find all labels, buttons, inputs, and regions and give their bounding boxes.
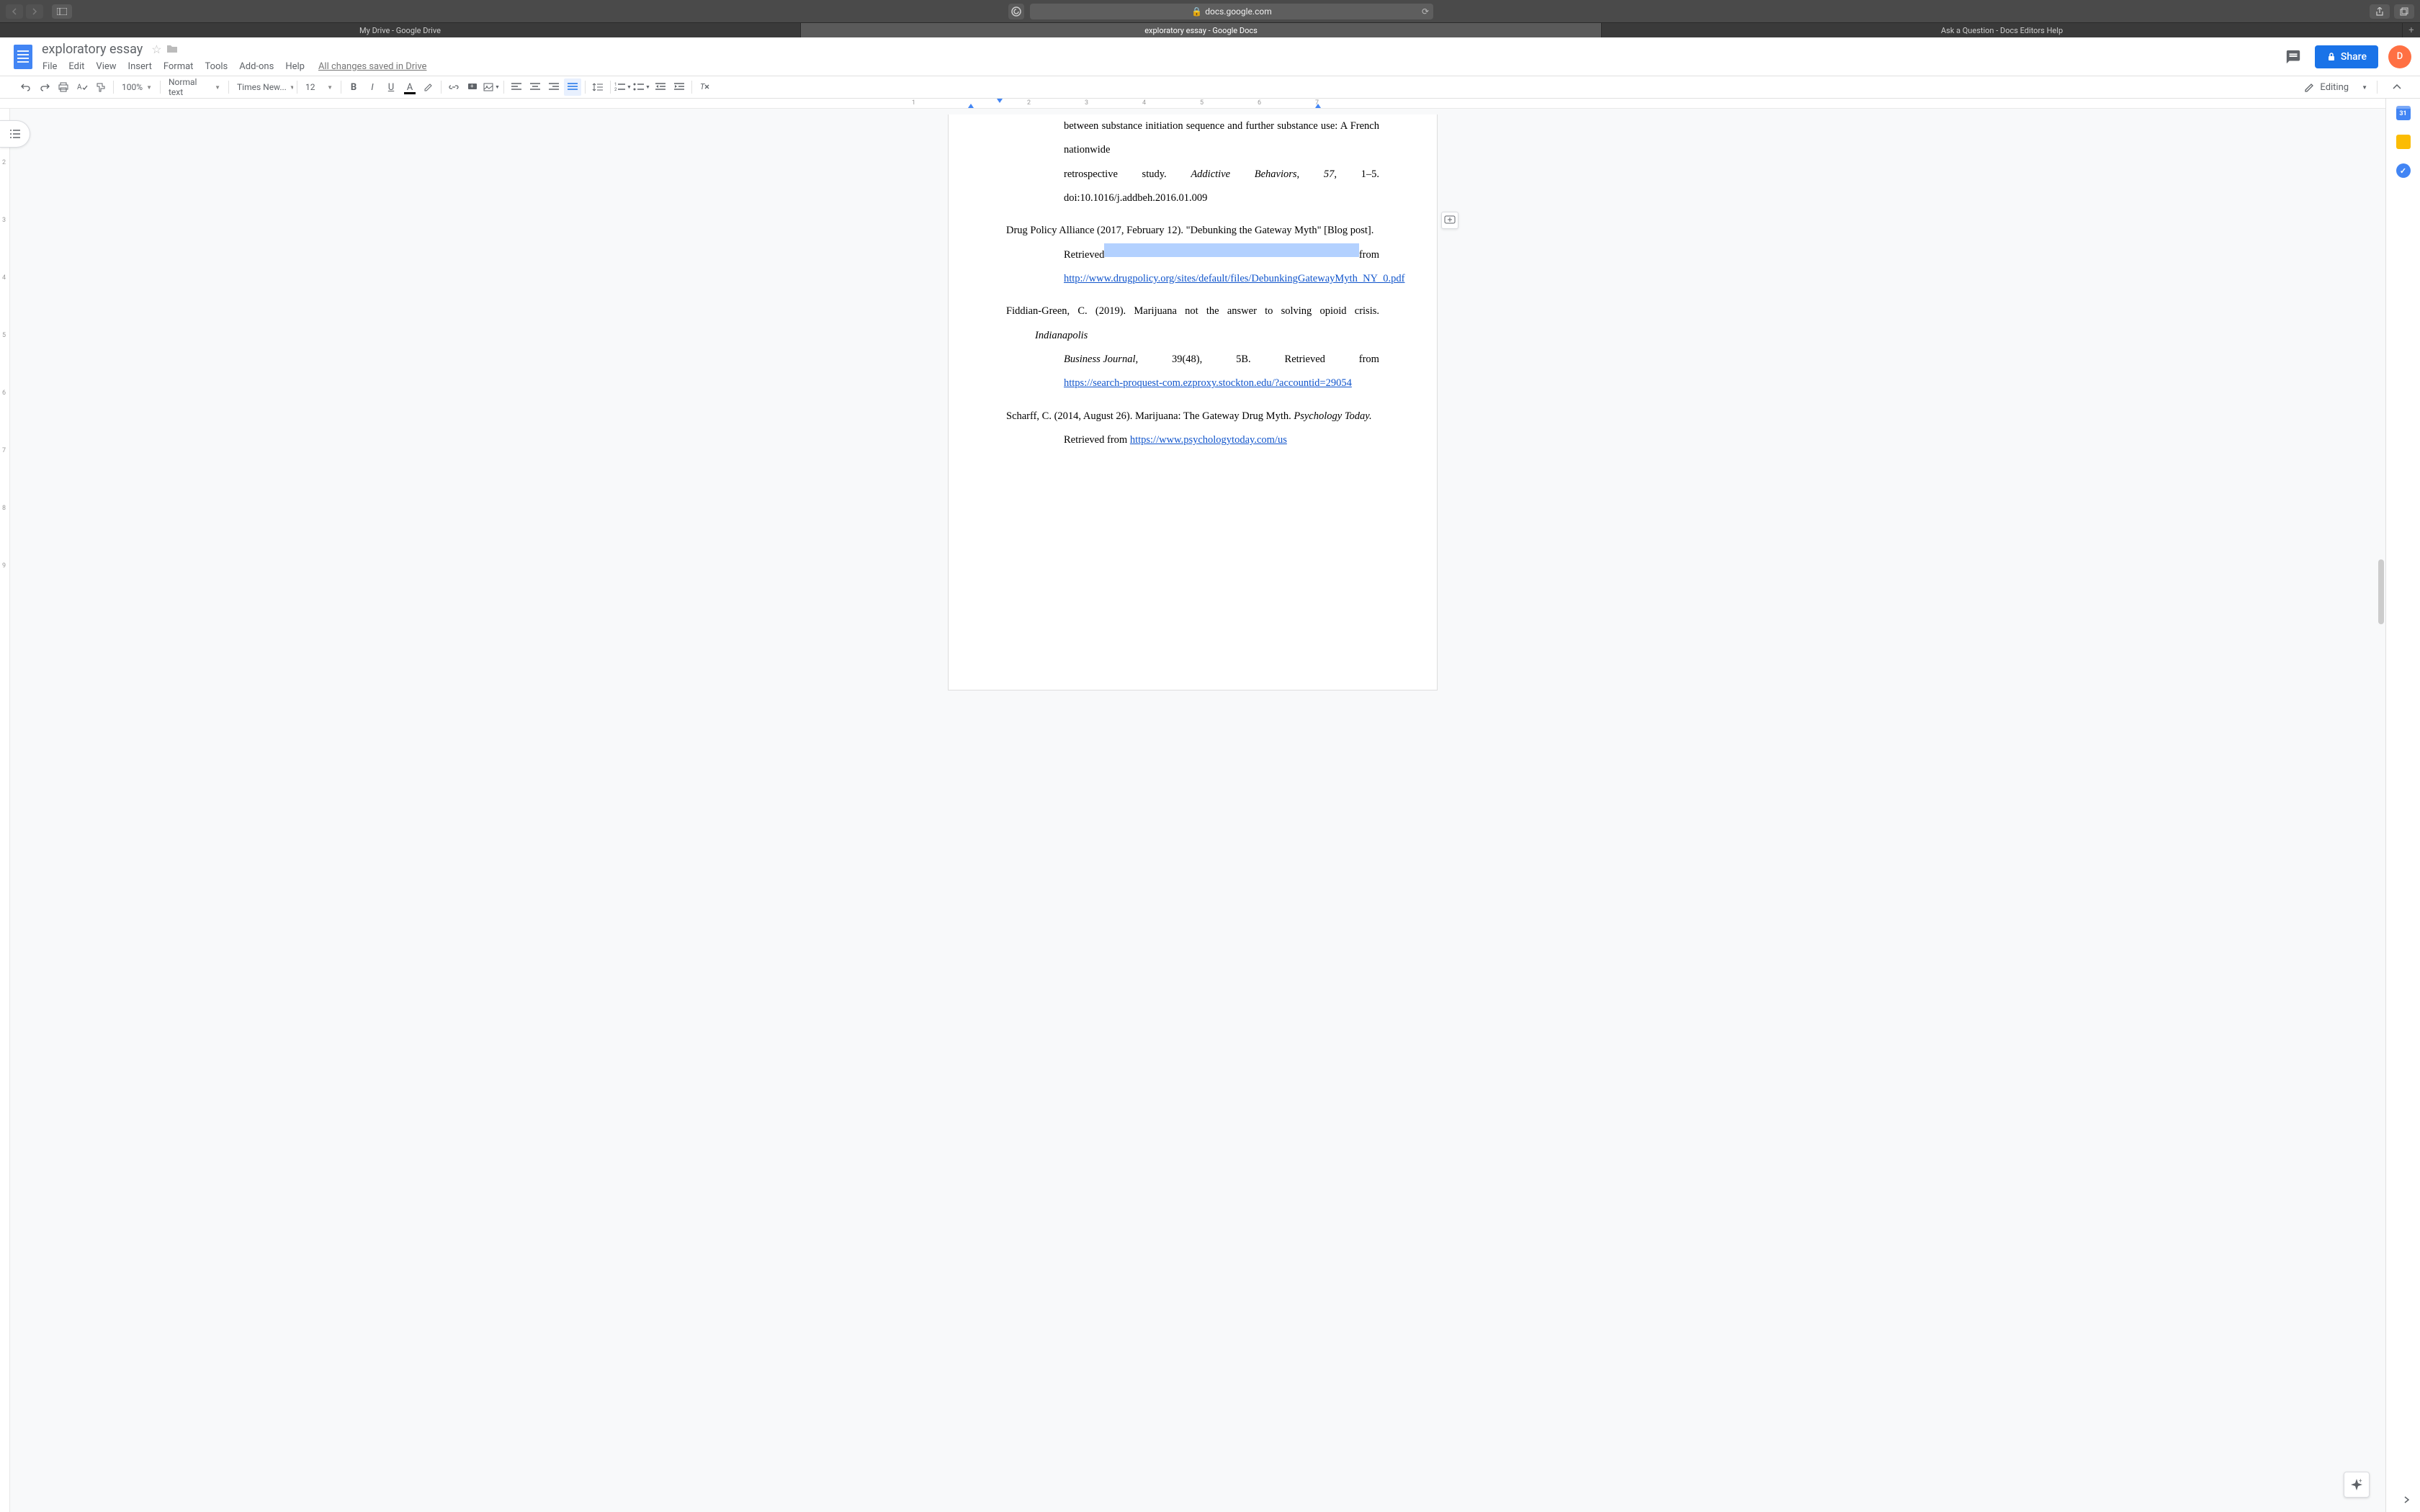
bold-button[interactable]: B [345, 78, 362, 96]
menu-edit[interactable]: Edit [63, 60, 89, 73]
tab-help[interactable]: Ask a Question - Docs Editors Help [1602, 23, 2403, 37]
insert-comment-button[interactable]: + [464, 78, 481, 96]
svg-text:+: + [470, 83, 474, 89]
text-color-button[interactable]: A [401, 78, 418, 96]
menu-addons[interactable]: Add-ons [234, 60, 279, 73]
menu-format[interactable]: Format [158, 60, 199, 73]
zoom-select[interactable]: 100%▼ [117, 78, 156, 96]
menu-file[interactable]: File [37, 60, 62, 73]
horizontal-ruler[interactable]: 1 2 3 4 5 6 7 [0, 99, 2385, 109]
align-right-button[interactable] [545, 78, 563, 96]
insert-link-button[interactable] [445, 78, 462, 96]
back-button[interactable] [6, 4, 23, 19]
svg-text:T: T [700, 82, 705, 91]
keep-addon-icon[interactable] [2396, 135, 2411, 149]
expand-side-panel-icon[interactable] [2403, 1495, 2410, 1505]
menu-view[interactable]: View [91, 60, 121, 73]
redo-button[interactable] [36, 78, 53, 96]
first-line-indent[interactable] [997, 99, 1003, 103]
star-icon[interactable]: ☆ [151, 42, 161, 56]
increase-indent-button[interactable] [671, 78, 688, 96]
tasks-addon-icon[interactable] [2396, 163, 2411, 178]
url-bar[interactable]: 🔒 docs.google.com ⟳ [1030, 4, 1433, 19]
browser-toolbar: 🔒 docs.google.com ⟳ [0, 0, 2420, 22]
svg-text:1: 1 [614, 82, 617, 87]
document-outline-button[interactable] [0, 120, 30, 148]
grammarly-extension[interactable] [1008, 4, 1024, 19]
menu-tools[interactable]: Tools [200, 60, 233, 73]
svg-text:2: 2 [614, 87, 617, 92]
url-text: docs.google.com [1205, 6, 1272, 17]
vertical-ruler[interactable]: 2 3 4 5 6 7 8 9 [0, 109, 10, 1512]
paint-format-button[interactable] [92, 78, 109, 96]
side-panel [2385, 99, 2420, 1512]
menu-help[interactable]: Help [280, 60, 310, 73]
editing-mode-button[interactable]: Editing ▼ [2298, 78, 2373, 96]
reference-entry[interactable]: Scharff, C. (2014, August 26). Marijuana… [1006, 405, 1379, 453]
docs-home-button[interactable] [9, 42, 37, 71]
tab-docs[interactable]: exploratory essay - Google Docs [801, 23, 1602, 37]
clear-formatting-button[interactable]: T [696, 78, 713, 96]
add-comment-bubble[interactable] [1441, 212, 1458, 229]
svg-text:A: A [77, 84, 82, 91]
reference-link[interactable]: https://www.psychologytoday.com/us [1130, 434, 1287, 446]
calendar-addon-icon[interactable] [2396, 106, 2411, 120]
paragraph-style-select[interactable]: Normal text▼ [164, 78, 225, 96]
share-browser-button[interactable] [2370, 4, 2390, 19]
underline-button[interactable]: U [382, 78, 400, 96]
spellcheck-button[interactable]: A [73, 78, 91, 96]
highlight-button[interactable] [420, 78, 437, 96]
align-justify-button[interactable] [564, 78, 581, 96]
reference-link[interactable]: https://search-proquest-com.ezproxy.stoc… [1064, 377, 1352, 389]
share-button[interactable]: Share [2315, 45, 2378, 68]
docs-logo-icon [14, 45, 32, 69]
align-left-button[interactable] [508, 78, 525, 96]
left-indent[interactable] [968, 104, 974, 108]
insert-image-button[interactable]: ▼ [483, 78, 500, 96]
move-folder-icon[interactable] [166, 44, 178, 54]
reload-icon[interactable]: ⟳ [1422, 6, 1429, 17]
lock-icon: 🔒 [1191, 6, 1202, 17]
reference-entry[interactable]: between substance initiation sequence an… [1006, 114, 1379, 210]
docs-header: exploratory essay ☆ File Edit View Inser… [0, 37, 2420, 76]
document-page[interactable]: between substance initiation sequence an… [948, 114, 1438, 690]
forward-button[interactable] [26, 4, 43, 19]
tabs-browser-button[interactable] [2394, 4, 2414, 19]
collapse-toolbar-button[interactable] [2388, 78, 2406, 96]
undo-button[interactable] [17, 78, 35, 96]
document-title[interactable]: exploratory essay [37, 40, 147, 58]
numbered-list-button[interactable]: 12▼ [614, 78, 632, 96]
comments-button[interactable] [2282, 45, 2305, 68]
bulleted-list-button[interactable]: ▼ [633, 78, 650, 96]
menu-insert[interactable]: Insert [123, 60, 157, 73]
document-canvas[interactable]: 1 2 3 4 5 6 7 2 3 4 5 6 7 8 9 [0, 99, 2385, 1512]
tab-drive[interactable]: My Drive - Google Drive [0, 23, 801, 37]
reference-link[interactable]: http://www.drugpolicy.org/sites/default/… [1064, 273, 1404, 284]
decrease-indent-button[interactable] [652, 78, 669, 96]
right-indent[interactable] [1315, 104, 1321, 108]
font-size-select[interactable]: 12▼ [301, 78, 337, 96]
reference-entry[interactable]: Drug Policy Alliance (2017, February 12)… [1006, 219, 1379, 291]
font-select[interactable]: Times New...▼ [233, 78, 293, 96]
align-center-button[interactable] [526, 78, 544, 96]
share-label: Share [2341, 51, 2367, 63]
save-status[interactable]: All changes saved in Drive [318, 61, 427, 72]
print-button[interactable] [55, 78, 72, 96]
reference-entry[interactable]: Fiddian-Green, C. (2019). Marijuana not … [1006, 300, 1379, 395]
user-avatar[interactable]: D [2388, 45, 2411, 68]
new-tab-button[interactable]: + [2403, 23, 2420, 37]
formatting-toolbar: A 100%▼ Normal text▼ Times New...▼ 12▼ B… [0, 76, 2420, 99]
italic-button[interactable]: I [364, 78, 381, 96]
line-spacing-button[interactable] [589, 78, 606, 96]
text-selection [1104, 243, 1358, 257]
scrollbar-thumb[interactable] [2378, 559, 2384, 624]
sidebar-toggle[interactable] [52, 4, 72, 19]
lock-icon [2326, 52, 2336, 62]
menu-bar: File Edit View Insert Format Tools Add-o… [37, 60, 2282, 73]
explore-button[interactable]: + [2344, 1472, 2370, 1498]
svg-text:+: + [2359, 1477, 2362, 1484]
browser-tabs: My Drive - Google Drive exploratory essa… [0, 22, 2420, 37]
